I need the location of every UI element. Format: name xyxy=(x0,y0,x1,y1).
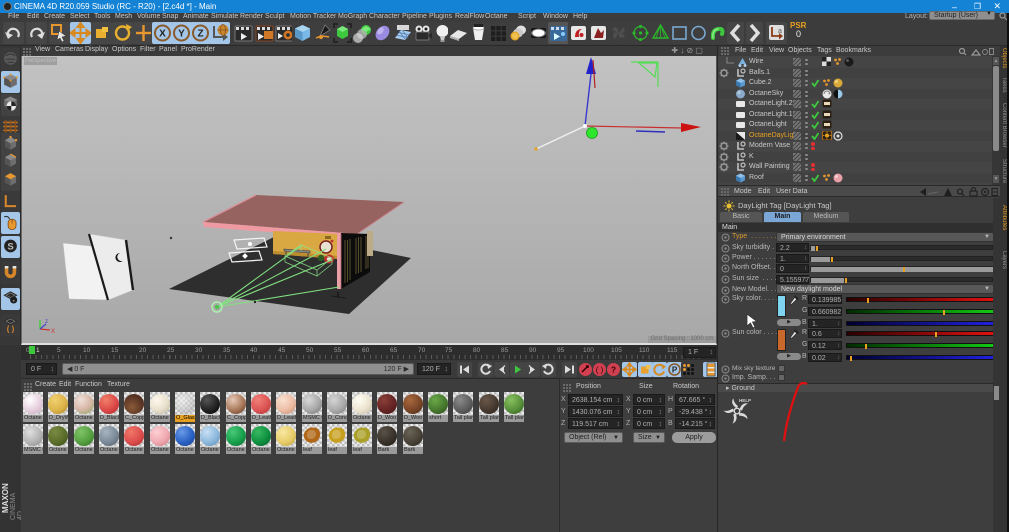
svg-text:60: 60 xyxy=(362,347,370,354)
svg-text:S: S xyxy=(7,242,13,253)
svg-text:90: 90 xyxy=(529,347,537,354)
svg-text:45: 45 xyxy=(278,347,286,354)
svg-text:HELP: HELP xyxy=(739,398,751,403)
svg-text:X: X xyxy=(159,29,166,40)
svg-text:1: 1 xyxy=(36,347,40,354)
svg-text:20: 20 xyxy=(139,347,147,354)
svg-text:55: 55 xyxy=(334,347,342,354)
svg-text:25: 25 xyxy=(167,347,175,354)
svg-text:30: 30 xyxy=(195,347,203,354)
svg-text:15: 15 xyxy=(111,347,119,354)
svg-text:?: ? xyxy=(611,365,616,375)
svg-text:z: z xyxy=(45,319,48,325)
svg-text:85: 85 xyxy=(501,347,509,354)
svg-text:100: 100 xyxy=(583,347,594,354)
svg-text:35: 35 xyxy=(223,347,231,354)
svg-text:65: 65 xyxy=(390,347,398,354)
svg-text:110: 110 xyxy=(639,347,650,354)
svg-text:105: 105 xyxy=(611,347,622,354)
svg-text:50: 50 xyxy=(306,347,314,354)
svg-text:115: 115 xyxy=(667,347,678,354)
svg-text:( ): ( ) xyxy=(7,325,15,334)
svg-text:Y: Y xyxy=(178,29,185,40)
svg-text:80: 80 xyxy=(473,347,481,354)
svg-text:a: a xyxy=(778,28,782,35)
svg-text:70: 70 xyxy=(418,347,426,354)
svg-text:40: 40 xyxy=(250,347,258,354)
svg-text:X: X xyxy=(51,329,55,335)
svg-text:75: 75 xyxy=(445,347,453,354)
svg-text:10: 10 xyxy=(83,347,91,354)
svg-text:Z: Z xyxy=(197,29,203,40)
svg-text:95: 95 xyxy=(557,347,565,354)
svg-text:P: P xyxy=(672,366,678,375)
svg-text:5: 5 xyxy=(57,347,61,354)
svg-text:( ): ( ) xyxy=(596,366,604,375)
